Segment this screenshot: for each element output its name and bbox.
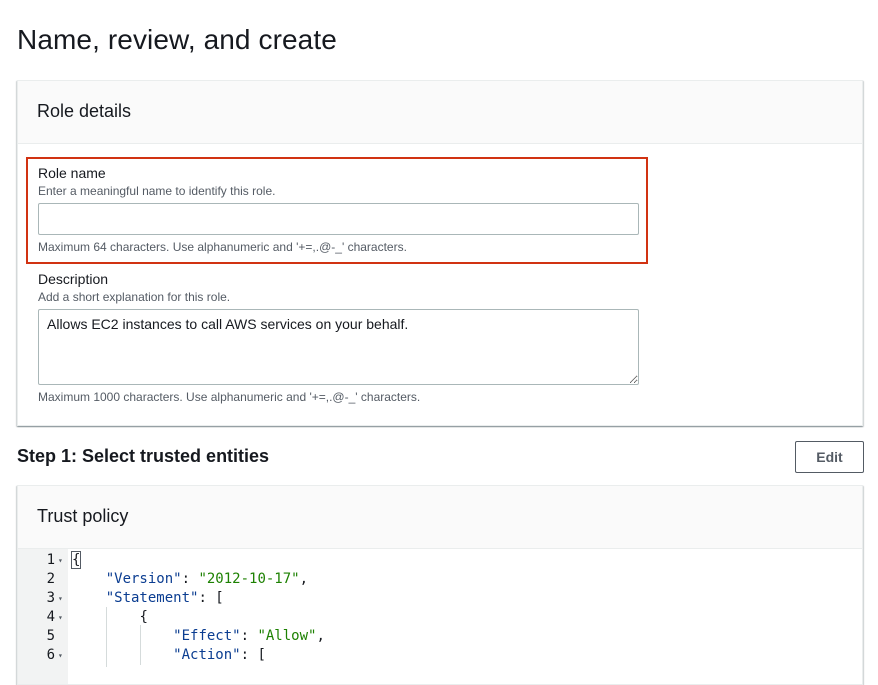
code-line: 6 ▾ "Action": [	[18, 646, 862, 665]
line-number: 3	[46, 590, 55, 606]
fold-arrow-icon[interactable]: ▾	[58, 589, 63, 608]
line-number: 5	[46, 628, 55, 644]
code-line: 1 ▾ {	[18, 551, 862, 570]
code-line: 4 ▾ {	[18, 608, 862, 627]
code-text: "Action": [	[173, 647, 266, 663]
code-line: 5 "Effect": "Allow",	[18, 627, 862, 646]
code-text: {	[139, 609, 148, 625]
role-name-constraint: Maximum 64 characters. Use alphanumeric …	[38, 240, 407, 254]
code-text: {	[70, 551, 82, 569]
role-name-field: Role name Enter a meaningful name to ide…	[38, 165, 275, 198]
edit-button[interactable]: Edit	[795, 441, 864, 473]
line-number: 1	[46, 552, 55, 568]
page-title: Name, review, and create	[17, 24, 337, 55]
fold-arrow-icon[interactable]: ▾	[58, 608, 63, 627]
trust-policy-title: Trust policy	[37, 506, 129, 526]
role-details-title: Role details	[37, 101, 132, 121]
code-line: 2 "Version": "2012-10-17",	[18, 570, 862, 589]
fold-arrow-icon[interactable]: ▾	[58, 551, 63, 570]
trust-policy-header: Trust policy	[18, 486, 862, 549]
description-hint: Add a short explanation for this role.	[38, 290, 231, 304]
role-details-header: Role details	[18, 81, 862, 144]
step1-title: Step 1: Select trusted entities	[17, 446, 270, 466]
line-number: 6	[46, 647, 55, 663]
description-constraint: Maximum 1000 characters. Use alphanumeri…	[38, 390, 421, 404]
trust-policy-panel: Trust policy 1 ▾{2 "Version": "2012-10-17…	[17, 485, 863, 685]
code-text: "Statement": [	[105, 590, 224, 606]
role-details-panel: Role details Role name Enter a meaningfu…	[17, 80, 863, 426]
role-name-label: Role name	[38, 165, 106, 181]
line-number: 4	[46, 609, 55, 625]
code-text: "Version": "2012-10-17",	[105, 571, 309, 587]
description-field: Description Add a short explanation for …	[38, 271, 230, 304]
role-name-input[interactable]	[38, 203, 639, 235]
line-number: 2	[46, 571, 55, 587]
trust-policy-editor[interactable]: 1 ▾{2 "Version": "2012-10-17", 3 ▾ "Stateme…	[18, 549, 862, 684]
role-name-description: Enter a meaningful name to identify this…	[38, 184, 276, 198]
description-label: Description	[38, 271, 109, 287]
description-textarea[interactable]: Allows EC2 instances to call AWS service…	[38, 309, 639, 385]
code-text: "Effect": "Allow",	[173, 628, 325, 644]
code-line: 3 ▾ "Statement": [	[18, 589, 862, 608]
fold-arrow-icon[interactable]: ▾	[58, 646, 63, 665]
